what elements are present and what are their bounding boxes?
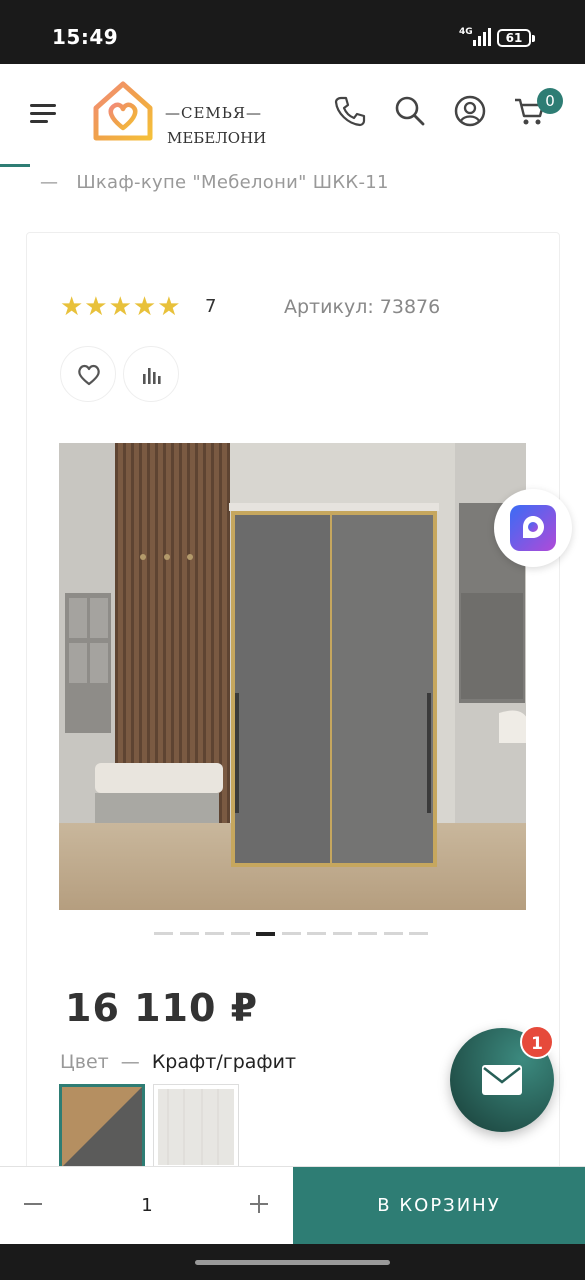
color-swatch-white[interactable]: [153, 1084, 239, 1170]
search-icon[interactable]: [393, 94, 427, 128]
product-page: —СЕМЬЯ— МЕБЕЛОНИ 0 — Шкаф-купе "Мебелони"…: [0, 64, 585, 1244]
status-time: 15:49: [52, 25, 119, 49]
rating-stars: ★★★★★: [60, 292, 182, 322]
gallery-dot[interactable]: [307, 932, 326, 935]
site-header: —СЕМЬЯ— МЕБЕЛОНИ 0: [0, 64, 585, 164]
gallery-dot[interactable]: [154, 932, 173, 935]
add-to-cart-button[interactable]: В КОРЗИНУ: [293, 1167, 585, 1244]
gallery-dot[interactable]: [409, 932, 428, 935]
product-price: 16 110 ₽: [65, 986, 259, 1030]
gallery-dot[interactable]: [332, 932, 352, 935]
chat-notification-badge: 1: [520, 1025, 554, 1059]
logo-text-top: —СЕМЬЯ—: [165, 104, 263, 122]
color-label: Цвет: [60, 1051, 109, 1073]
color-separator: —: [120, 1051, 140, 1073]
favorite-button[interactable]: [60, 346, 116, 402]
color-value: Крафт/графит: [151, 1051, 297, 1073]
white-wood-swatch-image: [158, 1089, 234, 1165]
gallery-dot[interactable]: [179, 932, 199, 935]
assistant-widget-button[interactable]: [494, 489, 572, 567]
mail-icon: [482, 1065, 522, 1095]
gallery-dot[interactable]: [230, 932, 250, 935]
gallery-dot[interactable]: [383, 932, 403, 935]
logo-text-bottom: МЕБЕЛОНИ: [167, 129, 267, 147]
site-logo[interactable]: —СЕМЬЯ— МЕБЕЛОНИ: [90, 78, 280, 148]
phone-icon[interactable]: [333, 94, 367, 128]
gallery-dot[interactable]: [205, 932, 224, 935]
menu-icon: [30, 104, 56, 107]
breadcrumb: — Шкаф-купе "Мебелони" ШКК-11: [40, 172, 389, 193]
battery-indicator: 61: [497, 29, 535, 47]
breadcrumb-separator: —: [40, 172, 59, 193]
quantity-decrease-button[interactable]: [18, 1189, 48, 1219]
status-bar: 15:49 4G 61: [0, 0, 585, 64]
add-to-cart-bar: 1 В КОРЗИНУ: [0, 1166, 585, 1244]
article-number: Артикул: 73876: [284, 296, 441, 318]
menu-button[interactable]: [30, 100, 60, 126]
gallery-dot-active[interactable]: [256, 932, 275, 936]
rating[interactable]: ★★★★★ 7: [60, 292, 216, 322]
quantity-value[interactable]: 1: [132, 1195, 162, 1216]
color-swatch-kraft-graphite[interactable]: [59, 1084, 145, 1170]
compare-chart-icon: [143, 368, 161, 384]
rating-count: 7: [205, 296, 217, 317]
signal-icon: [473, 28, 491, 46]
kraft-graphite-swatch-image: [62, 1087, 142, 1167]
chat-bubble-logo-icon: [510, 505, 556, 551]
header-accent-line: [0, 164, 30, 167]
product-image[interactable]: [59, 443, 526, 910]
quantity-increase-button[interactable]: [244, 1189, 274, 1219]
house-heart-logo-icon: [93, 81, 153, 141]
compare-button[interactable]: [123, 346, 179, 402]
wardrobe-photo: [59, 443, 526, 910]
heart-icon: [78, 364, 100, 386]
gallery-dot[interactable]: [281, 932, 301, 935]
home-indicator[interactable]: [195, 1260, 390, 1265]
system-navigation-bar: [0, 1244, 585, 1280]
network-type: 4G: [459, 27, 473, 37]
user-icon[interactable]: [453, 94, 487, 128]
cart-count-badge: 0: [537, 88, 563, 114]
color-row: Цвет — Крафт/графит: [60, 1051, 296, 1073]
gallery-dot[interactable]: [358, 932, 377, 935]
breadcrumb-current: Шкаф-купе "Мебелони" ШКК-11: [76, 172, 389, 193]
